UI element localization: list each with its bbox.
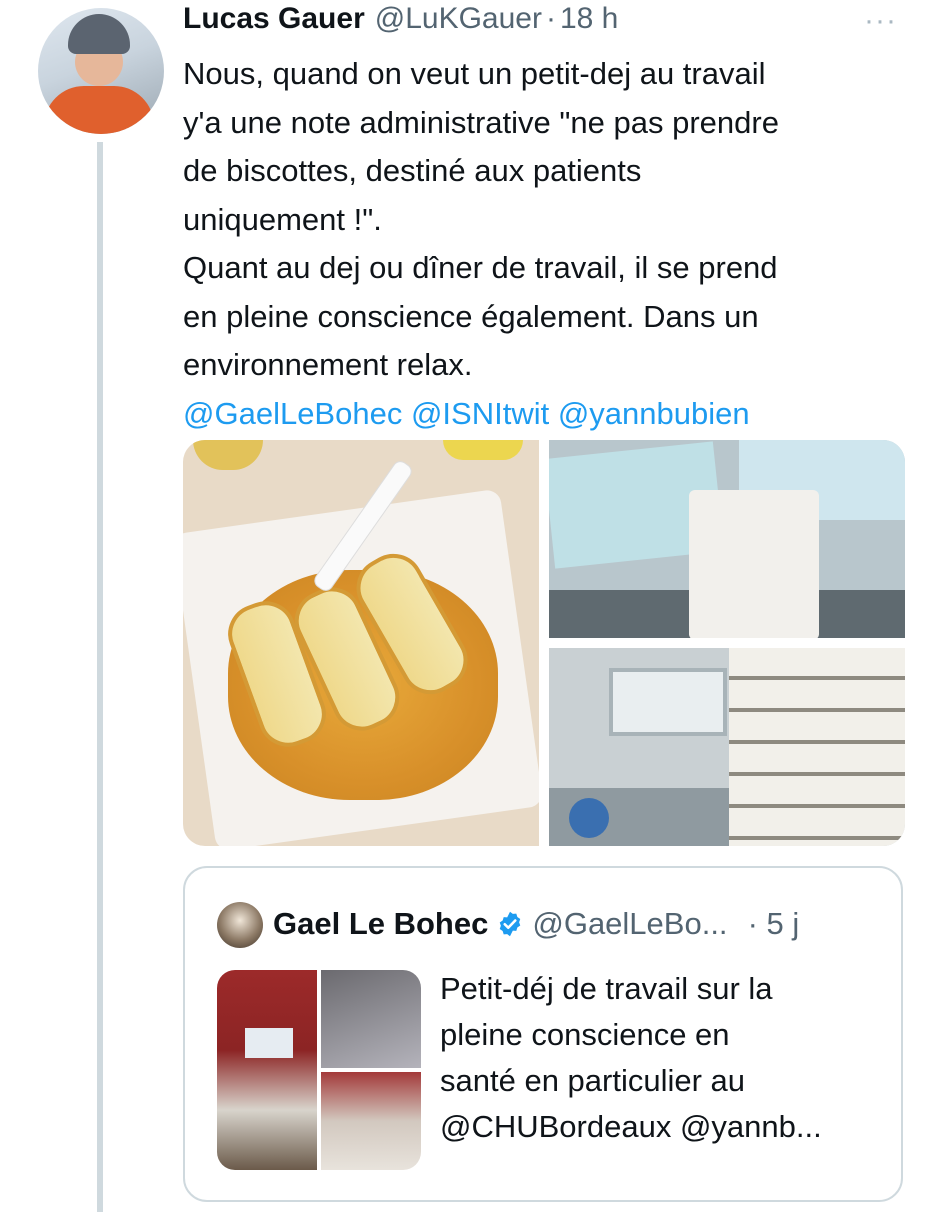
tweet-text-line: Quant au dej ou dîner de travail, il se … xyxy=(183,250,778,285)
quoted-tweet-header: Gael Le Bohec @GaelLeBo... · 5 j xyxy=(273,906,799,942)
quoted-author-avatar[interactable] xyxy=(217,902,263,948)
office-shelves-photo[interactable] xyxy=(549,648,905,846)
quoted-timestamp[interactable]: · 5 j xyxy=(748,906,800,942)
quoted-tweet-text: Petit-déj de travail sur la pleine consc… xyxy=(440,966,880,1150)
verified-badge-icon xyxy=(500,911,521,937)
tweet-text: Nous, quand on veut un petit-dej au trav… xyxy=(183,50,913,438)
quoted-text-line: santé en particulier au xyxy=(440,1063,746,1098)
author-avatar[interactable] xyxy=(38,8,164,134)
office-folders-photo[interactable] xyxy=(549,440,905,638)
tweet-timestamp[interactable]: 18 h xyxy=(560,2,618,36)
meeting-room-photo xyxy=(217,970,317,1170)
tweet-header: Lucas Gauer @LuKGauer · 18 h xyxy=(183,2,618,42)
more-options-icon[interactable]: ··· xyxy=(864,4,897,38)
conference-screen-photo xyxy=(321,970,421,1068)
thread-connector-line xyxy=(97,142,103,1212)
tweet-text-line: environnement relax. xyxy=(183,347,473,382)
quoted-author-handle[interactable]: @GaelLeBo... xyxy=(532,906,727,942)
meeting-people-photo xyxy=(321,1072,421,1170)
author-handle[interactable]: @LuKGauer xyxy=(375,2,542,36)
tweet-text-line: Nous, quand on veut un petit-dej au trav… xyxy=(183,56,766,91)
tweet-text-line: en pleine conscience également. Dans un xyxy=(183,298,759,334)
quoted-media-grid[interactable] xyxy=(217,970,421,1170)
quoted-text-line: pleine conscience en xyxy=(440,1017,730,1052)
quoted-text-line: Petit-déj de travail sur la xyxy=(440,971,773,1006)
tweet-text-line: y'a une note administrative "ne pas pren… xyxy=(183,104,779,140)
quoted-author-name[interactable]: Gael Le Bohec xyxy=(273,906,488,942)
tweet-mentions[interactable]: @GaelLeBohec @ISNItwit @yannbubien xyxy=(183,390,913,439)
tweet-media-grid xyxy=(183,440,905,846)
author-name[interactable]: Lucas Gauer xyxy=(183,2,365,36)
header-separator: · xyxy=(545,2,556,35)
quoted-text-line: @CHUBordeaux @yannb... xyxy=(440,1109,822,1144)
tweet-text-line: uniquement !". xyxy=(183,201,382,237)
food-tray-photo[interactable] xyxy=(183,440,539,846)
quoted-tweet[interactable]: Gael Le Bohec @GaelLeBo... · 5 j Petit-d… xyxy=(183,866,903,1202)
tweet-text-line: de biscottes, destiné aux patients xyxy=(183,153,642,188)
